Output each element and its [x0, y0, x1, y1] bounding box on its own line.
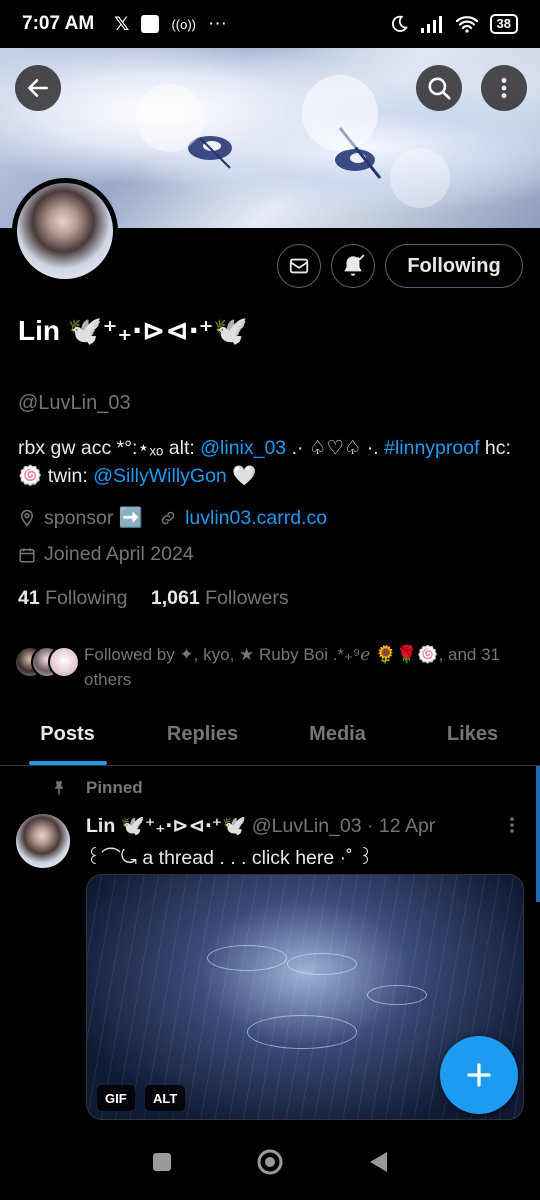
- post-more-button[interactable]: [505, 815, 519, 840]
- followed-by-row[interactable]: Followed by ✦, kyo, ★ Ruby Boi .*₊⁹ℯ 🌻🌹🍥…: [14, 642, 528, 692]
- x-logo-icon: 𝕏: [114, 13, 130, 35]
- arrow-left-icon: [28, 79, 48, 97]
- website-link[interactable]: luvlin03.carrd.co: [185, 507, 327, 530]
- notifications-button[interactable]: [331, 244, 375, 288]
- tab-posts[interactable]: Posts: [0, 704, 135, 765]
- search-button[interactable]: [416, 65, 462, 111]
- alt-account-link[interactable]: @linix_03: [200, 437, 286, 459]
- back-nav-button[interactable]: [367, 1150, 389, 1179]
- post-author-name[interactable]: Lin 🕊️⁺₊‧⊳⊲‧⁺🕊️: [86, 815, 246, 837]
- home-button[interactable]: [255, 1147, 285, 1182]
- profile-name: Lin 🕊️⁺₊‧⊳⊲‧⁺🕊️: [18, 315, 249, 346]
- pin-icon: [54, 781, 64, 795]
- pinned-label: Pinned: [86, 778, 143, 797]
- avatar-image: [17, 183, 113, 279]
- scrollbar[interactable]: [536, 766, 540, 902]
- search-icon: [428, 77, 451, 100]
- tab-likes[interactable]: Likes: [405, 704, 540, 765]
- moon-icon: [391, 15, 408, 32]
- message-button[interactable]: [277, 244, 321, 288]
- system-nav-bar: [0, 1128, 540, 1200]
- notification-icon: [141, 15, 160, 33]
- tab-media[interactable]: Media: [270, 704, 405, 765]
- vertical-dots-icon: [501, 78, 507, 98]
- tab-replies[interactable]: Replies: [135, 704, 270, 765]
- followers-count-link[interactable]: 1,061 Followers: [151, 587, 289, 609]
- follower-avatar: [48, 646, 80, 678]
- twin-account-link[interactable]: @SillyWillyGon: [93, 465, 227, 487]
- status-bar: 7:07 AM 𝕏 ((o)) ··· 38: [0, 0, 540, 48]
- follow-counts: 41 Following 1,061 Followers: [18, 587, 289, 610]
- joined-row: Joined April 2024: [18, 543, 194, 566]
- profile-handle: @LuvLin_03: [18, 392, 131, 414]
- followed-by-text: Followed by ✦, kyo, ★ Ruby Boi .*₊⁹ℯ 🌻🌹🍥…: [84, 645, 501, 689]
- post-author-avatar[interactable]: [16, 814, 70, 868]
- followers-label: Followers: [205, 587, 289, 609]
- tab-label: Media: [309, 723, 366, 745]
- water-splash: [247, 1015, 357, 1049]
- profile-avatar[interactable]: [12, 178, 118, 284]
- post-separator: ·: [367, 815, 374, 837]
- following-count-link[interactable]: 41 Following: [18, 587, 128, 609]
- tab-label: Likes: [446, 723, 499, 745]
- profile-bio: rbx gw acc *°:⋆ₓₒ alt: @linix_03 .· ♤♡♤ …: [18, 434, 528, 490]
- profile-tabs: Posts Replies Media Likes: [0, 704, 540, 766]
- hashtag-link[interactable]: #linnyproof: [384, 437, 479, 459]
- water-splash: [287, 953, 357, 975]
- vertical-dots-icon: [510, 817, 514, 833]
- recents-button[interactable]: [151, 1151, 173, 1178]
- following-label: Following: [45, 587, 128, 609]
- back-button[interactable]: [15, 65, 61, 111]
- followed-by-avatars: [14, 646, 80, 680]
- compose-button[interactable]: [440, 1036, 518, 1114]
- square-icon: [153, 1152, 171, 1171]
- alt-badge[interactable]: ALT: [145, 1085, 186, 1111]
- radio-icon: ((o)): [171, 16, 197, 32]
- tab-label: Replies: [166, 723, 239, 745]
- plus-icon: [467, 1063, 491, 1087]
- post-author-handle[interactable]: @LuvLin_03: [252, 815, 362, 837]
- active-tab-indicator: [28, 761, 107, 765]
- following-button[interactable]: Following: [385, 244, 523, 288]
- post-header: Lin 🕊️⁺₊‧⊳⊲‧⁺🕊️ @LuvLin_03 · 12 Apr: [86, 814, 435, 838]
- battery-indicator: 38: [489, 14, 518, 34]
- location-pin-icon: [18, 508, 36, 528]
- bio-text: rbx gw acc *°:⋆ₓₒ alt:: [18, 437, 201, 459]
- followers-count: 1,061: [150, 587, 200, 609]
- water-splash: [207, 945, 287, 971]
- clock: 7:07 AM: [22, 13, 95, 34]
- bio-text: .· ♤♡♤ ·.: [286, 437, 385, 459]
- calendar-icon: [18, 546, 36, 564]
- post-date[interactable]: 12 Apr: [379, 815, 435, 837]
- signal-icon: [420, 16, 442, 33]
- profile-meta-row: sponsor ➡️ luvlin03.carrd.co: [18, 506, 327, 530]
- bell-check-icon: [344, 254, 365, 276]
- bio-text: 🤍: [226, 465, 257, 487]
- pinned-indicator: Pinned: [50, 778, 143, 798]
- location-text: sponsor ➡️: [44, 507, 144, 529]
- gif-badge: GIF: [97, 1085, 135, 1111]
- more-options-button[interactable]: [481, 65, 527, 111]
- water-splash: [367, 985, 427, 1005]
- joined-text: Joined April 2024: [44, 543, 194, 565]
- post-text: ꒰⌒⤿ a thread . . . click here ·˚ ꒱: [86, 847, 374, 869]
- circle-home-icon: [257, 1149, 283, 1174]
- triangle-back-icon: [370, 1151, 387, 1172]
- tab-label: Posts: [40, 723, 95, 745]
- following-count: 41: [18, 587, 40, 609]
- link-icon: [159, 509, 177, 527]
- wifi-icon: [455, 16, 478, 33]
- envelope-icon: [289, 258, 309, 274]
- more-notifications-icon: ···: [208, 13, 227, 34]
